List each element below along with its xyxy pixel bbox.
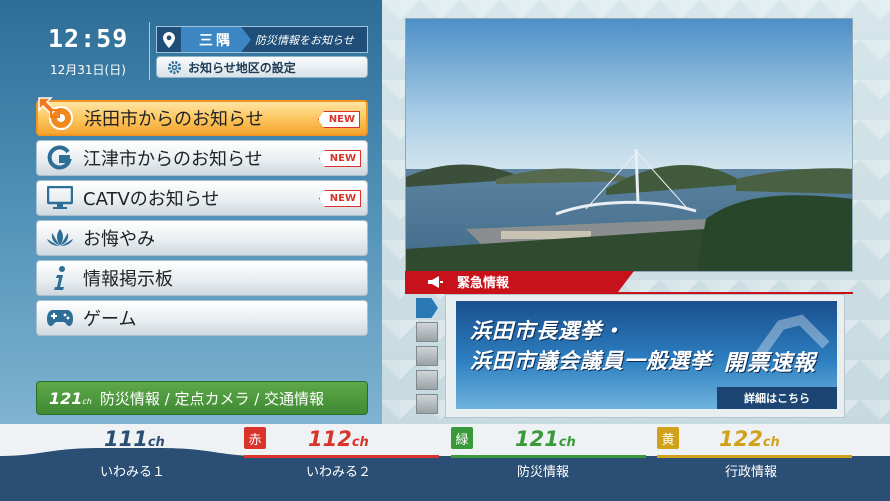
channel-underline [451,455,646,458]
menu-item-label: お悔やみ [83,229,155,250]
banner-thumb[interactable] [416,394,438,414]
channel-unit: ch [82,396,92,406]
menu-item-hamada-news[interactable]: 浜田市からのお知らせ NEW [36,100,368,136]
gotsu-city-icon [37,141,83,175]
clock: 12:59 [48,24,129,53]
menu-item-catv-news[interactable]: CATVのお知らせ NEW [36,180,368,216]
channel-number: 112ch [308,427,369,451]
election-banner[interactable]: 浜田市長選挙・ 浜田市議会議員一般選挙 開票速報 詳細はこちら [456,301,837,409]
banner-thumb[interactable] [416,346,438,366]
new-badge: NEW [319,190,361,207]
banner-thumb[interactable] [416,370,438,390]
megaphone-icon [428,275,443,288]
camera-photo [405,18,853,272]
banner-thumb[interactable] [416,322,438,342]
menu-item-label: 浜田市からのお知らせ [84,109,264,130]
menu-item-label: ゲーム [83,309,137,330]
channel-name: いわみる２ [306,465,372,480]
menu-item-label: CATVのお知らせ [83,189,220,210]
emergency-info-tab[interactable]: 緊急情報 [405,271,634,292]
banner-line-2: 浜田市議会議員一般選挙 [470,349,712,373]
area-settings-button[interactable]: お知らせ地区の設定 [156,56,368,78]
banner-details-link[interactable]: 詳細はこちら [717,387,837,409]
region-description: 防災情報をお知らせ [255,33,354,47]
menu-item-games[interactable]: ゲーム [36,300,368,336]
info-icon [37,261,83,295]
banner-line-1: 浜田市長選挙・ [470,319,624,343]
monitor-icon [37,181,83,215]
shortcut-label: 防災情報 / 定点カメラ / 交通情報 [99,389,325,408]
menu-item-condolences[interactable]: お悔やみ [36,220,368,256]
channel-number: 122ch [719,427,780,451]
menu-item-gotsu-news[interactable]: 江津市からのお知らせ NEW [36,140,368,176]
green-button-tag: 緑 [451,427,473,449]
banner-selector [416,298,438,418]
channel-number: 121 [49,388,83,408]
channel-number: 121ch [515,427,576,451]
channel-122[interactable]: 黄 122ch 行政情報 [657,427,852,497]
channel-number: 111ch [104,427,165,451]
channel-name: いわみる１ [100,465,166,480]
channel-name: 行政情報 [725,465,778,480]
new-badge: NEW [319,150,361,167]
menu-item-label: 情報掲示板 [83,269,173,290]
channel-112[interactable]: 赤 112ch いわみる２ [244,427,439,497]
channel-121[interactable]: 緑 121ch 防災情報 [451,427,646,497]
red-button-tag: 赤 [244,427,266,449]
lotus-icon [37,221,83,255]
disaster-info-shortcut[interactable]: 121 ch 防災情報 / 定点カメラ / 交通情報 [36,381,368,415]
gamepad-icon [37,301,83,335]
date: 12月31日(日) [50,63,126,77]
banner-line-2b: 開票速報 [724,351,817,376]
channel-underline [244,455,439,458]
banner-thumb[interactable] [416,298,438,318]
location-pin-icon [157,27,181,52]
channel-111[interactable]: 111ch いわみる１ [70,427,220,497]
gear-icon [167,60,182,74]
yellow-button-tag: 黄 [657,427,679,449]
region-indicator: 三隅 防災情報をお知らせ [156,26,368,53]
area-settings-label: お知らせ地区の設定 [188,60,296,75]
emergency-label: 緊急情報 [457,276,510,291]
menu-item-label: 江津市からのお知らせ [83,149,263,170]
divider [149,22,150,80]
channel-name: 防災情報 [517,465,570,480]
channel-underline [657,455,852,458]
selection-cursor-icon [38,97,60,118]
new-badge: NEW [318,111,360,128]
region-name: 三隅 [181,27,251,52]
menu-item-bulletin-board[interactable]: 情報掲示板 [36,260,368,296]
